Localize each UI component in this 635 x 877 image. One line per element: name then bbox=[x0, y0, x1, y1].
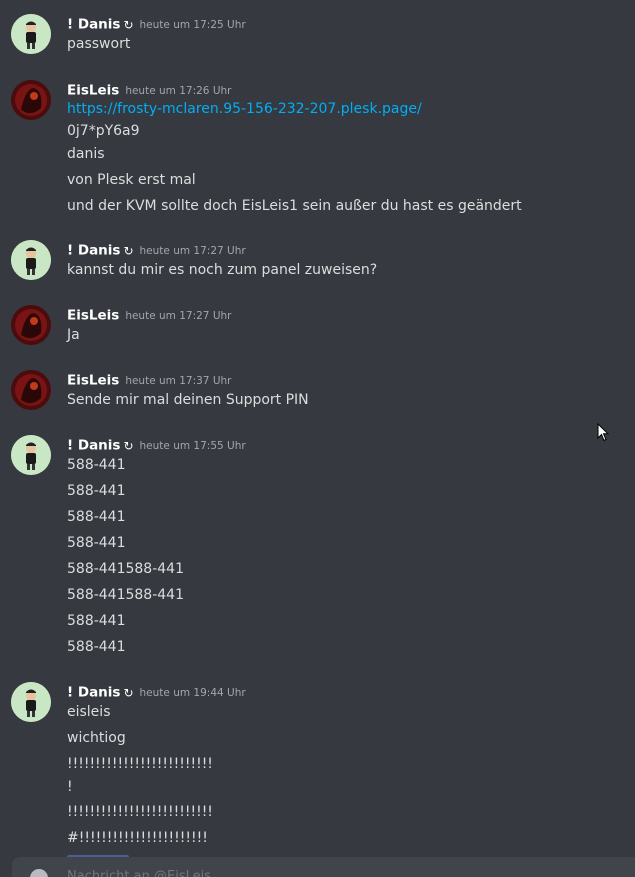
username[interactable]: EisLeis bbox=[67, 373, 119, 389]
message-text: Ja bbox=[67, 327, 80, 343]
message-header: EisLeis heute um 17:37 Uhr bbox=[67, 370, 231, 390]
username[interactable]: EisLeis bbox=[67, 83, 119, 99]
mouse-cursor-icon bbox=[597, 422, 610, 447]
timestamp: heute um 19:44 Uhr bbox=[139, 686, 246, 699]
message-text: 588-441588-441 bbox=[67, 561, 184, 577]
message-input[interactable]: Nachricht an @EisLeis bbox=[67, 869, 211, 877]
message-header: ! Danis ↻ heute um 17:55 Uhr bbox=[67, 435, 246, 455]
message-text: 588-441 bbox=[67, 639, 126, 655]
message-link[interactable]: https://frosty-mclaren.95-156-232-207.pl… bbox=[67, 101, 422, 117]
message-text: ! bbox=[67, 779, 73, 795]
message-text: und der KVM sollte doch EisLeis1 sein au… bbox=[67, 198, 522, 214]
chat-messages: ! Danis ↻ heute um 17:25 Uhr passwort EisL… bbox=[0, 0, 635, 877]
avatar[interactable] bbox=[11, 305, 51, 345]
message-text: 588-441 bbox=[67, 457, 126, 473]
message-text: #!!!!!!!!!!!!!!!!!!!!!!! bbox=[67, 830, 208, 846]
avatar[interactable] bbox=[11, 240, 51, 280]
timestamp: heute um 17:25 Uhr bbox=[139, 18, 246, 31]
message-text: eisleis bbox=[67, 704, 111, 720]
message-text: 588-441 bbox=[67, 509, 126, 525]
username[interactable]: ! Danis bbox=[67, 17, 120, 33]
message-text: 588-441 bbox=[67, 483, 126, 499]
message-text: von Plesk erst mal bbox=[67, 172, 196, 188]
timestamp: heute um 17:27 Uhr bbox=[139, 244, 246, 257]
username[interactable]: ! Danis bbox=[67, 685, 120, 701]
message-text: kannst du mir es noch zum panel zuweisen… bbox=[67, 262, 378, 278]
avatar[interactable] bbox=[11, 682, 51, 722]
timestamp: heute um 17:26 Uhr bbox=[125, 84, 232, 97]
message-text: Sende mir mal deinen Support PIN bbox=[67, 392, 309, 408]
username[interactable]: EisLeis bbox=[67, 308, 119, 324]
add-attachment-icon[interactable] bbox=[30, 869, 48, 877]
refresh-icon: ↻ bbox=[123, 685, 134, 700]
avatar[interactable] bbox=[11, 435, 51, 475]
message-composer[interactable]: Nachricht an @EisLeis bbox=[12, 857, 635, 877]
refresh-icon: ↻ bbox=[123, 243, 134, 258]
username[interactable]: ! Danis bbox=[67, 438, 120, 454]
message-text: 588-441 bbox=[67, 613, 126, 629]
timestamp: heute um 17:55 Uhr bbox=[139, 439, 246, 452]
username[interactable]: ! Danis bbox=[67, 243, 120, 259]
avatar[interactable] bbox=[11, 370, 51, 410]
message-text: !!!!!!!!!!!!!!!!!!!!!!!!!! bbox=[67, 756, 213, 772]
message-header: ! Danis ↻ heute um 19:44 Uhr bbox=[67, 682, 246, 702]
refresh-icon: ↻ bbox=[123, 17, 134, 32]
message-header: EisLeis heute um 17:26 Uhr bbox=[67, 80, 231, 100]
refresh-icon: ↻ bbox=[123, 438, 134, 453]
avatar[interactable] bbox=[11, 14, 51, 54]
message-text: wichtiog bbox=[67, 730, 126, 746]
message-text: 0j7*pY6a9 bbox=[67, 123, 140, 139]
avatar[interactable] bbox=[11, 80, 51, 120]
timestamp: heute um 17:37 Uhr bbox=[125, 374, 232, 387]
message-header: ! Danis ↻ heute um 17:27 Uhr bbox=[67, 240, 246, 260]
message-text: danis bbox=[67, 146, 105, 162]
message-header: ! Danis ↻ heute um 17:25 Uhr bbox=[67, 14, 246, 34]
message-text: !!!!!!!!!!!!!!!!!!!!!!!!!! bbox=[67, 804, 213, 820]
message-text: passwort bbox=[67, 36, 131, 52]
message-header: EisLeis heute um 17:27 Uhr bbox=[67, 305, 231, 325]
timestamp: heute um 17:27 Uhr bbox=[125, 309, 232, 322]
message-text: 588-441588-441 bbox=[67, 587, 184, 603]
message-text: 588-441 bbox=[67, 535, 126, 551]
